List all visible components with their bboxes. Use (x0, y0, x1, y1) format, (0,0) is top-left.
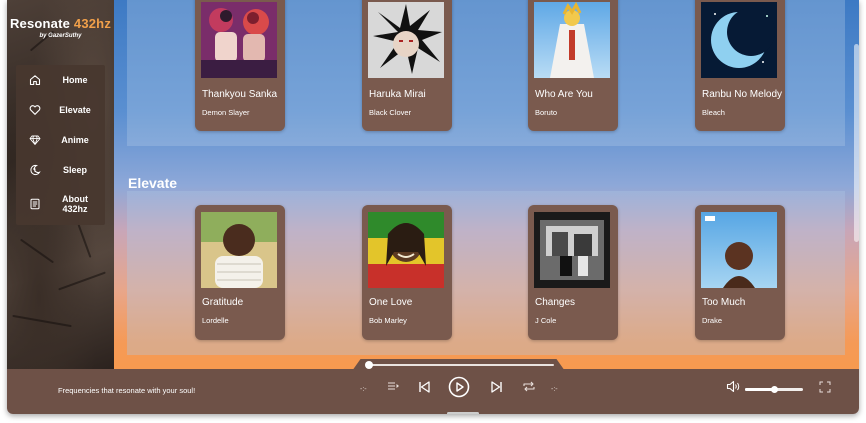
app-title-accent: 432hz (73, 16, 112, 31)
repeat-icon (522, 380, 536, 398)
album-art (368, 2, 444, 78)
sidebar-item-sleep[interactable]: Sleep (16, 157, 105, 183)
time-elapsed: -:- (360, 386, 367, 393)
app-byline: by GazerSuthy (39, 33, 82, 39)
repeat-button[interactable] (521, 381, 536, 396)
speaker-icon (726, 380, 741, 398)
sidebar-item-label: About 432hz (62, 194, 88, 214)
volume-handle[interactable] (771, 386, 778, 393)
diamond-icon (28, 133, 42, 147)
album-art (534, 212, 610, 288)
song-card[interactable]: Haruka Mirai Black Clover (362, 0, 452, 131)
song-card[interactable]: Thankyou Sanka Demon Slayer (195, 0, 285, 131)
play-button[interactable] (448, 376, 470, 403)
skip-forward-icon (490, 380, 504, 399)
album-art (701, 2, 777, 78)
sidebar-item-about[interactable]: About 432hz (16, 189, 105, 219)
song-artist: Lordelle (202, 316, 229, 325)
volume-fill (745, 388, 774, 391)
sidebar-item-label: Sleep (62, 165, 87, 175)
song-artist: Boruto (535, 108, 558, 117)
song-artist: Demon Slayer (202, 108, 250, 117)
album-art (201, 212, 277, 288)
previous-button[interactable] (416, 380, 432, 399)
song-title: Haruka Mirai (369, 89, 426, 100)
home-icon (28, 73, 42, 87)
album-art (701, 212, 777, 288)
song-card[interactable]: One Love Bob Marley (362, 205, 452, 340)
document-icon (28, 197, 42, 211)
album-art (201, 2, 277, 78)
song-artist: Bob Marley (369, 316, 407, 325)
heart-icon (28, 103, 42, 117)
song-artist: Black Clover (369, 108, 412, 117)
volume-button[interactable] (726, 380, 741, 398)
song-card[interactable]: Gratitude Lordelle (195, 205, 285, 340)
fullscreen-button[interactable] (818, 380, 832, 398)
song-artist: J Cole (535, 316, 557, 325)
progress-bar[interactable] (369, 364, 554, 366)
time-total: -:- (551, 386, 558, 393)
sidebar: Resonate 432hz by GazerSuthy Home Elevat… (7, 0, 114, 372)
sidebar-nav: Home Elevate Anime Sleep About 432hz (16, 65, 105, 225)
app-window: Resonate 432hz by GazerSuthy Home Elevat… (7, 0, 859, 414)
main-content[interactable]: Thankyou Sanka Demon Slayer Haruka Mirai… (114, 0, 859, 372)
song-title: One Love (369, 297, 413, 308)
play-icon (448, 376, 470, 403)
moon-hand-icon (28, 163, 42, 177)
main-scrollbar[interactable] (854, 44, 859, 242)
song-title: Thankyou Sanka (202, 89, 278, 100)
skip-back-icon (417, 380, 431, 399)
next-button[interactable] (489, 380, 505, 399)
song-title: Too Much (702, 297, 746, 308)
anime-section: Thankyou Sanka Demon Slayer Haruka Mirai… (127, 0, 845, 146)
song-title: Who Are You (535, 89, 593, 100)
sidebar-item-elevate[interactable]: Elevate (16, 97, 105, 123)
song-card[interactable]: Who Are You Boruto (528, 0, 618, 131)
section-title-elevate: Elevate (128, 175, 178, 191)
elevate-section: Gratitude Lordelle One Love Bob Marley C… (127, 191, 845, 355)
song-artist: Drake (702, 316, 723, 325)
song-card[interactable]: Ranbu No Melody Bleach (695, 0, 785, 131)
song-card[interactable]: Changes J Cole (528, 205, 618, 340)
sidebar-item-label: Elevate (59, 105, 91, 115)
expand-icon (819, 380, 831, 398)
player-tagline: Frequencies that resonate with your soul… (58, 386, 196, 395)
sidebar-item-label: Home (62, 75, 88, 85)
sidebar-item-anime[interactable]: Anime (16, 127, 105, 153)
sidebar-item-home[interactable]: Home (16, 67, 105, 93)
album-art (368, 212, 444, 288)
song-card[interactable]: Too Much Drake (695, 205, 785, 340)
queue-button[interactable] (386, 381, 400, 395)
app-title: Resonate 432hz (9, 16, 112, 31)
queue-icon (387, 379, 400, 397)
window-handle (447, 412, 479, 414)
album-art (534, 2, 610, 78)
song-title: Ranbu No Melody (702, 89, 783, 100)
song-title: Gratitude (202, 297, 244, 308)
song-artist: Bleach (702, 108, 725, 117)
progress-handle[interactable] (365, 361, 373, 369)
song-title: Changes (535, 297, 576, 308)
sidebar-item-label: Anime (61, 135, 89, 145)
